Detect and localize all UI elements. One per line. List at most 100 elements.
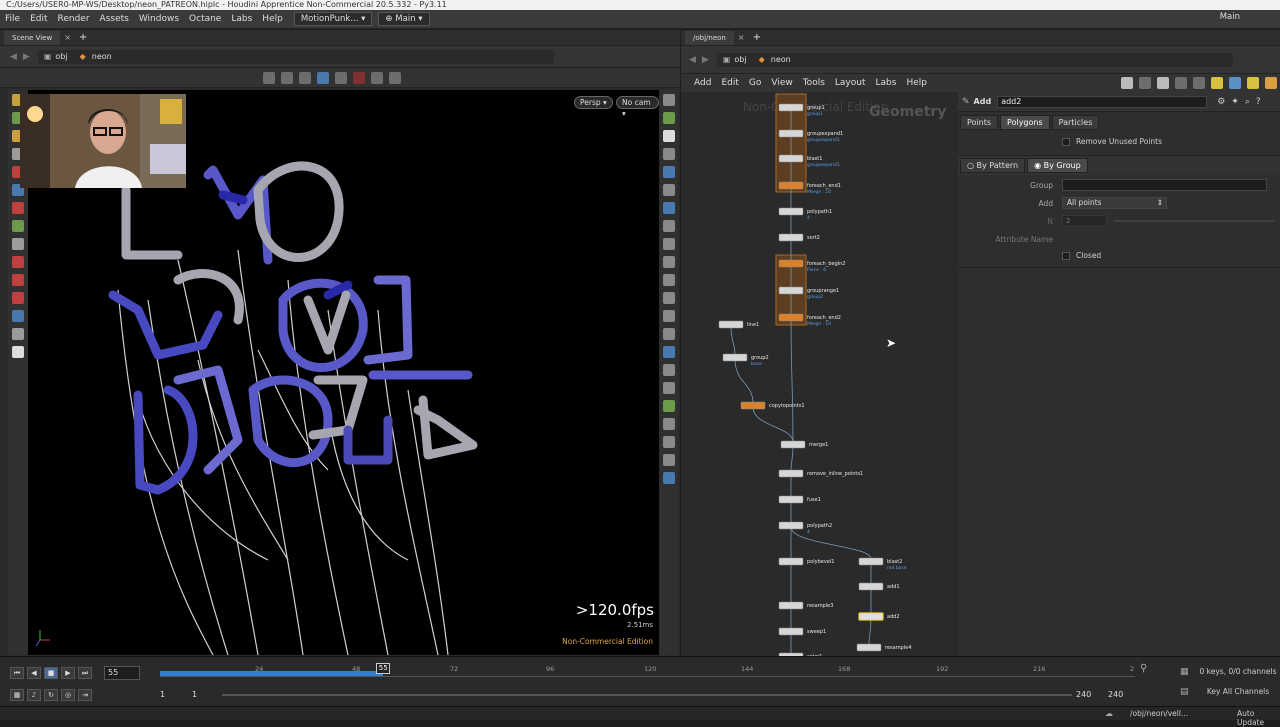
grid-view-icon[interactable] [663, 364, 675, 376]
node-box[interactable] [858, 612, 884, 621]
node-box[interactable] [778, 286, 804, 295]
snap-icon[interactable] [335, 71, 347, 84]
node-fuse1[interactable]: fuse1 [778, 495, 821, 504]
shade-icon[interactable] [663, 202, 675, 214]
n-slider[interactable] [1113, 220, 1274, 222]
frame-ruler[interactable]: 24 48 72 96 120 144 168 192 216 2 55 [160, 663, 1135, 683]
brush-icon[interactable] [12, 220, 24, 232]
key-all-channels-button[interactable]: Key All Channels [1196, 687, 1280, 696]
group-field[interactable] [1061, 179, 1267, 191]
net-menu-help[interactable]: Help [901, 78, 932, 88]
node-group2[interactable]: group2base [722, 353, 769, 367]
node-resample3[interactable]: resample3 [778, 601, 833, 610]
stamp-icon[interactable] [12, 292, 24, 304]
node-box[interactable] [778, 103, 804, 112]
node-box[interactable] [778, 313, 804, 322]
play-icon[interactable]: ▶ [61, 667, 75, 679]
node-box[interactable] [722, 353, 748, 362]
menu-edit[interactable]: Edit [25, 14, 52, 24]
stop-icon[interactable]: ■ [44, 667, 58, 679]
range-end2-field[interactable]: 240 [1108, 690, 1136, 699]
bucket-icon[interactable] [1265, 77, 1277, 89]
gear-icon[interactable]: ⚙ [1217, 97, 1225, 107]
snap-grid-icon[interactable] [12, 202, 24, 214]
path-node[interactable]: ◆ neon [73, 49, 554, 64]
camera-icon[interactable] [371, 71, 383, 84]
note-icon[interactable] [1211, 77, 1223, 89]
desktop-select[interactable]: MotionPunk... ▾ [293, 12, 373, 26]
move-tool-icon[interactable] [281, 71, 293, 84]
wireframe-icon[interactable] [663, 166, 675, 178]
range-end-field[interactable]: 240 [1076, 690, 1104, 699]
node-box[interactable] [740, 401, 766, 410]
node-foreach_end1[interactable]: foreach_end1Merge : 10 [778, 181, 841, 195]
node-box[interactable] [778, 557, 804, 566]
net-menu-add[interactable]: Add [689, 78, 716, 88]
tab-scene-view[interactable]: Scene View [4, 30, 61, 45]
normal-icon[interactable] [663, 256, 675, 268]
tab-by-group[interactable]: ◉ By Group [1027, 158, 1088, 173]
path-obj[interactable]: ▣ obj [716, 52, 753, 67]
node-box[interactable] [778, 627, 804, 636]
node-resample4[interactable]: resample4 [856, 643, 911, 652]
node-box[interactable] [778, 129, 804, 138]
jump-start-icon[interactable]: ⏮ [10, 667, 24, 679]
realtime-icon[interactable]: ▦ [10, 689, 24, 701]
cup-icon[interactable] [12, 346, 24, 358]
select-tool-icon[interactable] [263, 71, 275, 84]
node-box[interactable] [780, 440, 806, 449]
node-add2[interactable]: add2 [858, 612, 900, 621]
keys-icon[interactable]: ▦ [1180, 667, 1189, 677]
view-bucket-icon[interactable] [12, 328, 24, 340]
node-box[interactable] [856, 643, 882, 652]
flipbook-icon[interactable] [663, 454, 675, 466]
measure-icon[interactable] [12, 238, 24, 250]
status-path[interactable]: /obj/neon/vell... [1130, 709, 1188, 718]
grid-icon[interactable] [1175, 77, 1187, 89]
key-icon[interactable]: ⚲ [1140, 663, 1147, 674]
light-icon[interactable] [12, 310, 24, 322]
node-box[interactable] [778, 181, 804, 190]
scale-tool-icon[interactable] [317, 71, 329, 84]
path-node[interactable]: ◆ neon [752, 52, 1233, 67]
close-icon[interactable]: × [64, 33, 71, 42]
forward-icon[interactable]: ▶ [23, 52, 30, 62]
node-box[interactable] [778, 207, 804, 216]
node-polypath2[interactable]: polypath24 [778, 521, 832, 535]
cam-menu[interactable]: No cam ▾ [616, 96, 659, 118]
menu-labs[interactable]: Labs [226, 14, 257, 24]
context-select[interactable]: ⊕ Main ▾ [378, 12, 430, 26]
right-desktop-label[interactable]: Main [1220, 12, 1240, 22]
pen-icon[interactable] [663, 274, 675, 286]
link-icon[interactable] [663, 148, 675, 160]
auto-update-label[interactable]: Auto Update [1237, 709, 1280, 727]
jump-end-icon[interactable]: ⏭ [78, 667, 92, 679]
layout-icon[interactable] [1157, 77, 1169, 89]
node-box[interactable] [778, 495, 804, 504]
node-box[interactable] [778, 259, 804, 268]
node-box[interactable] [858, 582, 884, 591]
node-remove_inline_points1[interactable]: remove_inline_points1 [778, 469, 863, 478]
persp-menu[interactable]: Persp ▾ [574, 96, 613, 109]
search-icon[interactable]: ⌕ [1245, 97, 1250, 107]
menu-windows[interactable]: Windows [134, 14, 184, 24]
texture-icon[interactable] [663, 418, 675, 430]
audio-icon[interactable]: ♪ [27, 689, 41, 701]
square-icon[interactable] [663, 328, 675, 340]
closed-checkbox[interactable] [1062, 251, 1070, 260]
loop-icon[interactable]: ↻ [44, 689, 58, 701]
bg-icon[interactable] [663, 220, 675, 232]
fill-icon[interactable] [663, 310, 675, 322]
node-sweep1[interactable]: sweep1 [778, 627, 826, 636]
path-obj[interactable]: ▣ obj [37, 49, 74, 64]
camera-view-icon[interactable] [663, 436, 675, 448]
tab-by-pattern[interactable]: ○ By Pattern [960, 158, 1026, 173]
node-blast2[interactable]: blast2not base [858, 557, 907, 571]
wrench-icon[interactable]: ✦ [1231, 97, 1239, 107]
node-add1[interactable]: add1 [858, 582, 900, 591]
menu-help[interactable]: Help [257, 14, 288, 24]
pin-icon[interactable] [663, 184, 675, 196]
lock-icon[interactable] [663, 130, 675, 142]
point-icon[interactable] [663, 238, 675, 250]
add-select[interactable]: All points ⇕ [1061, 197, 1167, 209]
